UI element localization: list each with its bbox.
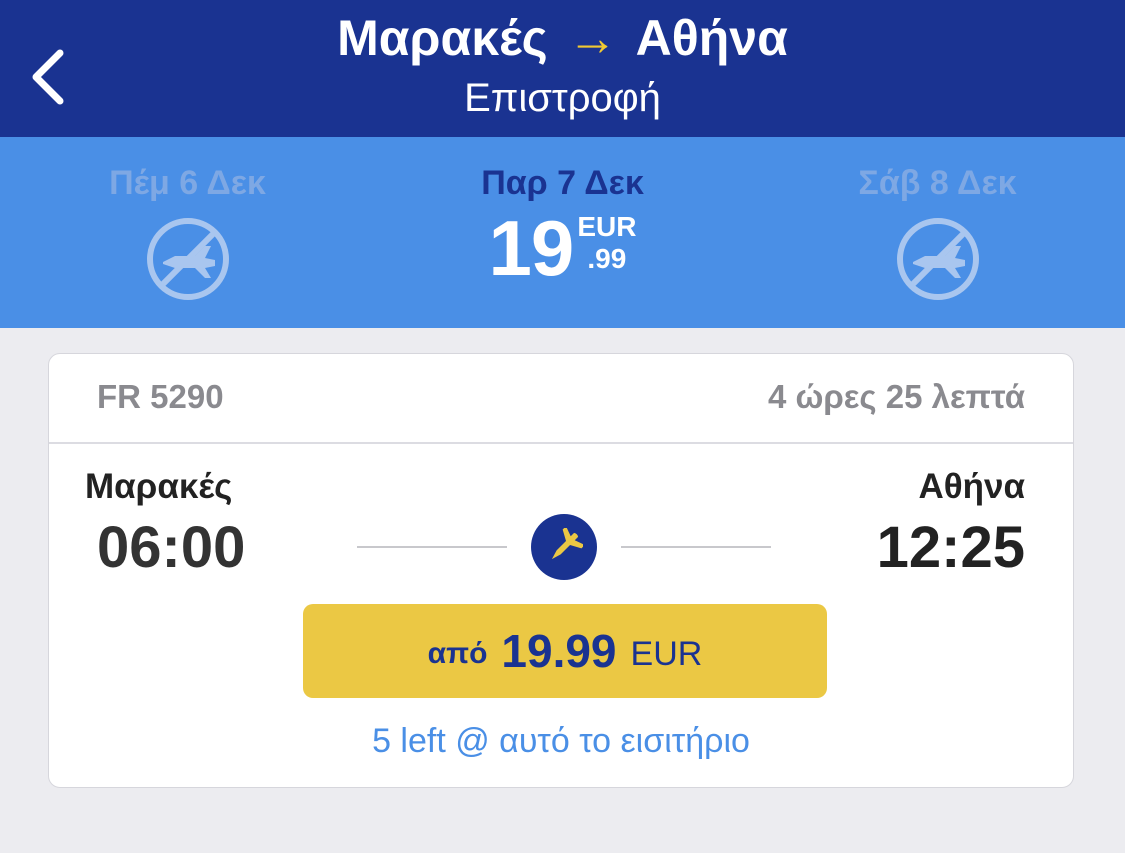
departure-time: 06:00 — [97, 515, 246, 580]
destination-city: Αθήνα — [918, 467, 1025, 506]
route-title: Μαρακές → Αθήνα — [0, 8, 1125, 68]
select-fare-button[interactable]: από 19.99 EUR — [303, 604, 827, 698]
no-flights-icon — [146, 218, 229, 300]
date-label: Σάβ 8 Δεκ — [858, 164, 1017, 202]
date-option-selected[interactable]: Παρ 7 Δεκ 19 EUR .99 — [375, 137, 750, 328]
plane-icon — [531, 514, 597, 580]
date-selector: Πέμ 6 Δεκ Παρ 7 Δεκ 19 EUR .99 Σάβ 8 Δεκ — [0, 137, 1125, 328]
price-prefix: από — [427, 637, 488, 670]
route-line — [357, 546, 507, 548]
arrival-time: 12:25 — [876, 515, 1025, 580]
route-line — [621, 546, 771, 548]
flight-duration: 4 ώρες 25 λεπτά — [767, 378, 1025, 415]
no-flights-icon — [896, 218, 979, 300]
date-label: Παρ 7 Δεκ — [481, 164, 644, 202]
price-amount: 19.99 — [501, 625, 617, 677]
flight-number: FR 5290 — [97, 378, 224, 415]
date-option-prev[interactable]: Πέμ 6 Δεκ — [0, 137, 375, 328]
arrow-right-icon: → — [567, 10, 618, 66]
price-currency: EUR — [577, 211, 637, 242]
destination-title: Αθήνα — [635, 10, 788, 66]
date-option-next[interactable]: Σάβ 8 Δεκ — [750, 137, 1125, 328]
flight-card-header: FR 5290 4 ώρες 25 λεπτά — [49, 354, 1073, 444]
date-price: 19 EUR .99 — [375, 208, 750, 288]
flight-card[interactable]: FR 5290 4 ώρες 25 λεπτά Μαρακές 06:00 Αθ… — [48, 353, 1074, 788]
origin-title: Μαρακές — [337, 10, 548, 66]
price-decimal: .99 — [587, 243, 627, 274]
price-integer: 19 — [488, 204, 575, 292]
top-bar: Μαρακές → Αθήνα Επιστροφή — [0, 0, 1125, 137]
price-currency: EUR — [630, 634, 703, 673]
trip-direction: Επιστροφή — [464, 76, 661, 120]
origin-city: Μαρακές — [85, 467, 233, 506]
date-label: Πέμ 6 Δεκ — [109, 164, 266, 202]
seats-left-notice: 5 left @ αυτό το εισιτήριο — [372, 722, 750, 760]
